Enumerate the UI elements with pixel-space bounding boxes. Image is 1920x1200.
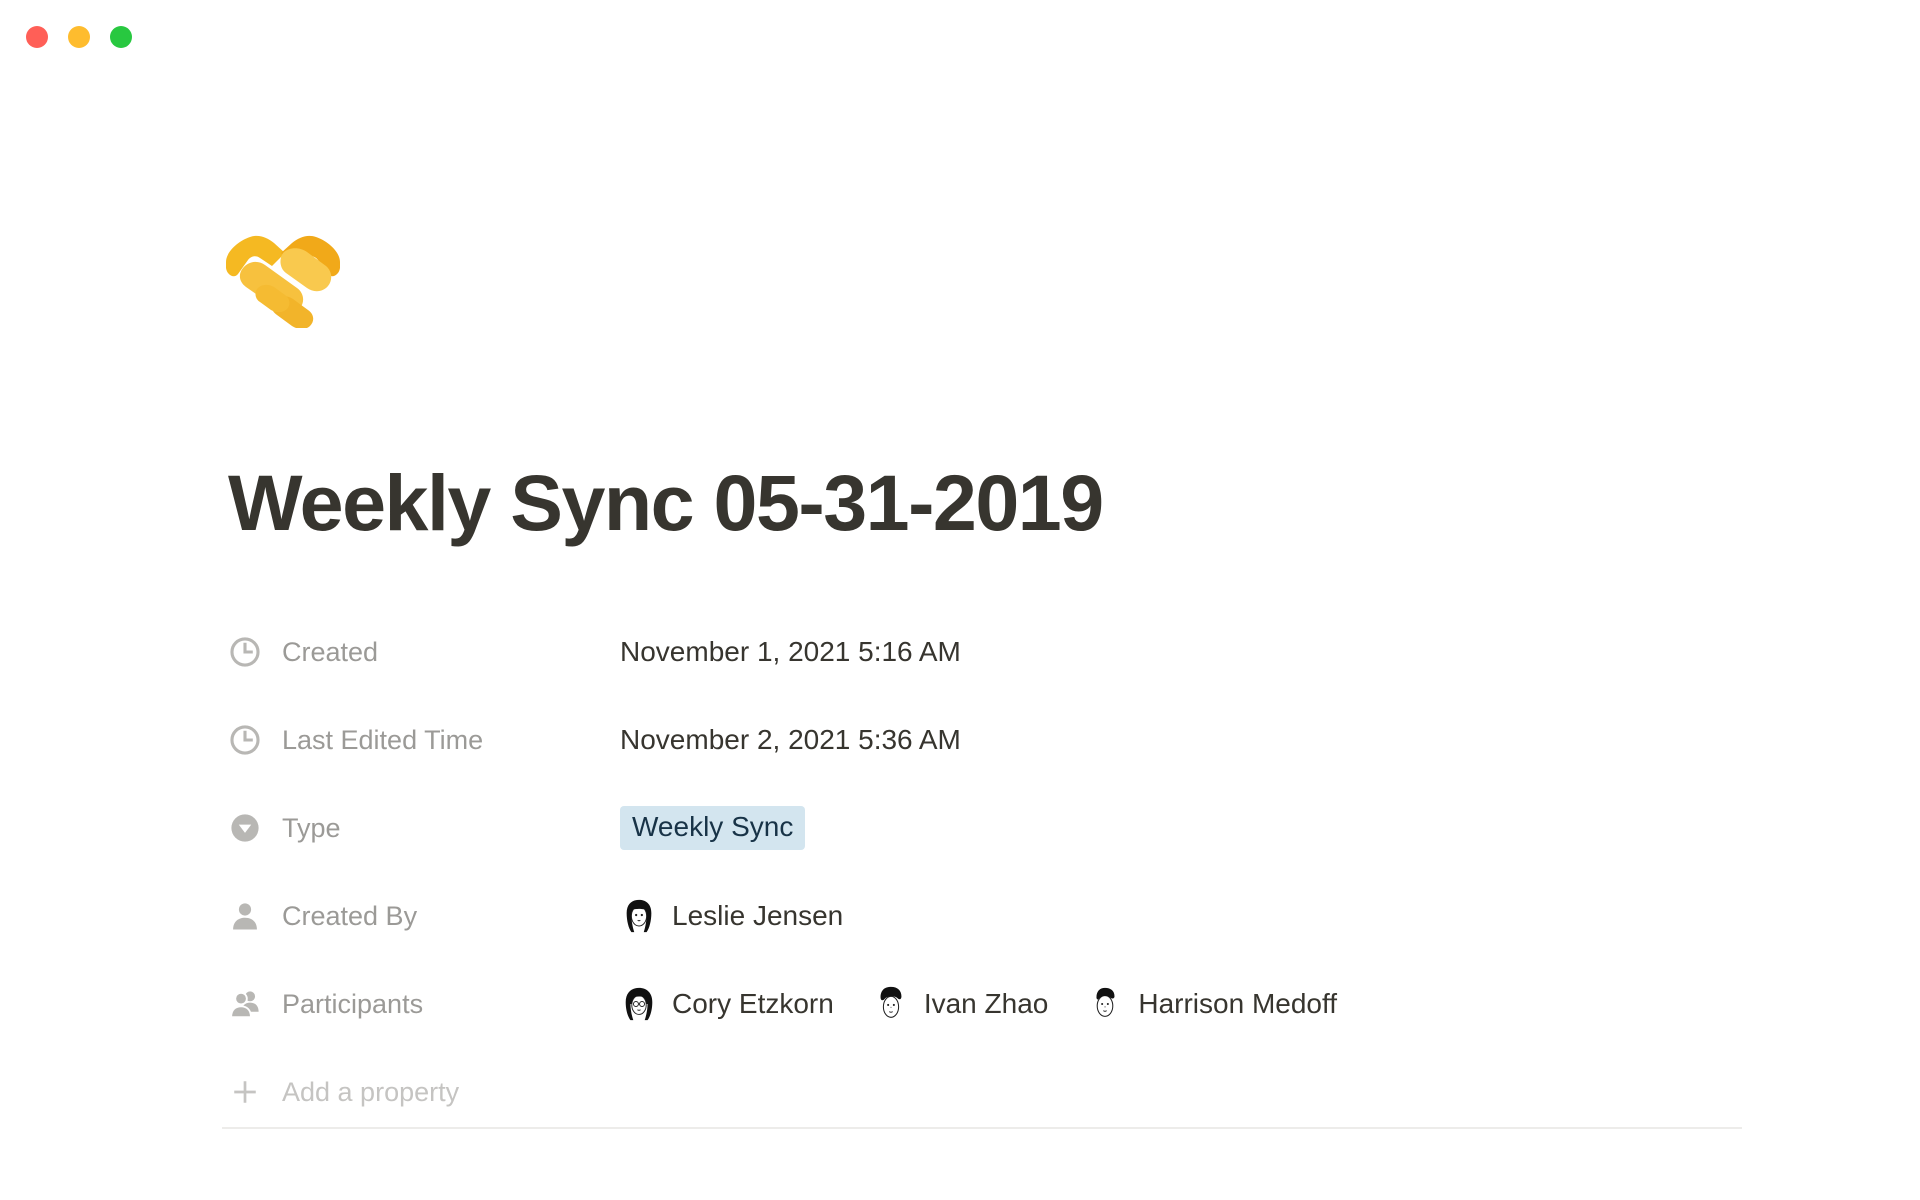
property-label-text: Created By [282,900,418,931]
property-value-participants[interactable]: Cory Etzkorn Ivan Zhao Harrison Medoff [620,985,1337,1023]
property-label-text: Participants [282,988,424,1019]
property-value-created[interactable]: November 1, 2021 5:16 AM [620,638,961,666]
person-name: Cory Etzkorn [672,988,834,1019]
property-label-type[interactable]: Type [228,811,620,845]
property-label-text: Last Edited Time [282,724,484,755]
note-page: Weekly Sync 05-31-2019 Created November … [0,0,1920,1200]
person-icon [228,899,262,933]
property-value-last-edited-time[interactable]: November 2, 2021 5:36 AM [620,726,961,754]
person-name: Leslie Jensen [672,900,844,931]
property-row-participants[interactable]: Participants Cory Etzkorn Ivan Zhao Harr… [228,960,1748,1048]
select-chevron-icon [228,811,262,845]
plus-icon [228,1075,262,1109]
property-row-created[interactable]: Created November 1, 2021 5:16 AM [228,608,1748,696]
property-label-last-edited-time[interactable]: Last Edited Time [228,723,620,757]
created-date-text: November 1, 2021 5:16 AM [620,636,961,667]
clock-icon [228,635,262,669]
add-property-button[interactable]: Add a property [228,1048,1748,1136]
property-value-type[interactable]: Weekly Sync [620,806,806,850]
property-row-created-by[interactable]: Created By Leslie Jensen [228,872,1748,960]
property-value-created-by[interactable]: Leslie Jensen [620,897,843,935]
type-badge[interactable]: Weekly Sync [620,806,806,850]
property-row-type[interactable]: Type Weekly Sync [228,784,1748,872]
people-icon [228,987,262,1021]
property-label-created[interactable]: Created [228,635,620,669]
page-title[interactable]: Weekly Sync 05-31-2019 [228,461,1104,545]
property-label-text: Created [282,636,379,667]
property-row-last-edited-time[interactable]: Last Edited Time November 2, 2021 5:36 A… [228,696,1748,784]
avatar [620,985,658,1023]
person-chip[interactable]: Leslie Jensen [620,897,843,935]
person-name: Harrison Medoff [1138,988,1338,1019]
clock-icon [228,723,262,757]
add-property-label: Add a property [282,1076,460,1107]
person-chip[interactable]: Cory Etzkorn [620,985,834,1023]
avatar [1086,985,1125,1023]
page-properties: Created November 1, 2021 5:16 AM Last Ed… [228,608,1748,1136]
last-edited-date-text: November 2, 2021 5:36 AM [620,724,961,755]
person-name: Ivan Zhao [923,988,1049,1019]
person-chip[interactable]: Ivan Zhao [871,985,1049,1023]
avatar [620,897,658,935]
property-label-text: Type [282,812,341,843]
property-label-participants[interactable]: Participants [228,987,620,1021]
handshake-emoji[interactable] [222,218,344,328]
person-chip[interactable]: Harrison Medoff [1086,985,1337,1023]
content-divider [222,1127,1742,1129]
avatar [871,985,910,1023]
property-label-created-by[interactable]: Created By [228,899,620,933]
